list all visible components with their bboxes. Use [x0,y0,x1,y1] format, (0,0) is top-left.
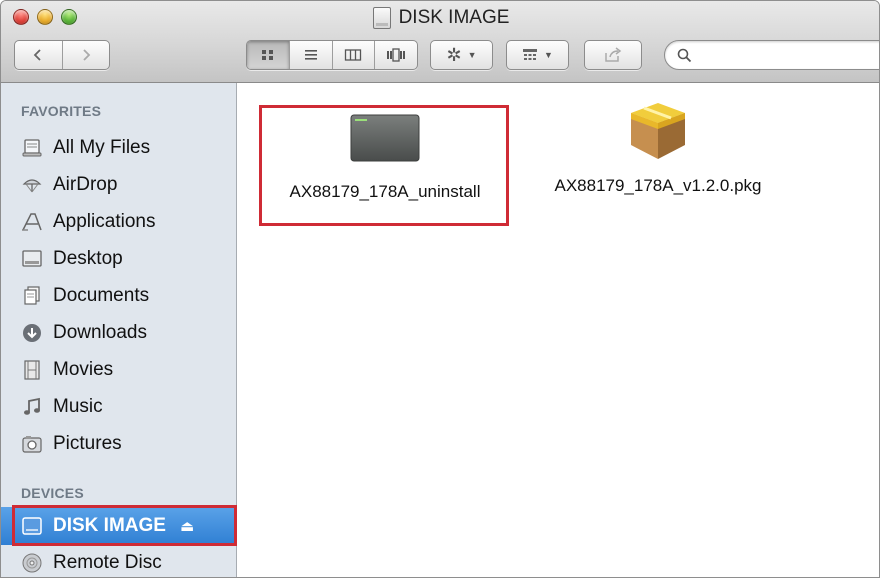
back-button[interactable] [15,41,62,69]
pictures-icon [21,433,43,455]
chevron-down-icon: ▼ [544,50,553,60]
documents-icon [21,285,43,307]
disk-image-icon [21,515,43,537]
disk-icon [372,7,391,29]
search-icon [677,48,692,62]
sidebar-item-label: DISK IMAGE [53,515,166,536]
view-mode-control [246,40,418,70]
forward-button[interactable] [61,41,110,69]
package-icon [631,103,685,159]
sidebar-item-remote-disc[interactable]: Remote Disc [1,545,237,577]
sidebar-item-desktop[interactable]: Desktop [1,241,237,277]
title-toolbar: DISK IMAGE ✲ ▼ ▼ [1,1,879,83]
all-my-files-icon [21,137,43,159]
column-view-button[interactable] [331,41,375,69]
sidebar-item-label: AirDrop [53,174,118,195]
eject-icon[interactable]: ⏏ [180,517,194,535]
sidebar-item-disk-image[interactable]: DISK IMAGE ⏏ [1,507,237,545]
cover-flow-button[interactable] [374,41,417,69]
movies-icon [21,359,43,381]
sidebar-item-label: Downloads [53,322,147,343]
list-view-icon [304,50,317,60]
desktop-icon [21,248,43,270]
sidebar-item-label: Pictures [53,433,122,454]
file-item-uninstall[interactable]: AX88179_178A_uninstall [263,113,507,203]
sidebar-item-documents[interactable]: Documents [1,278,237,314]
search-input[interactable] [698,47,878,63]
action-menu-button[interactable]: ✲ ▼ [430,40,493,70]
search-field[interactable] [664,40,879,70]
gear-icon: ✲ [446,45,462,65]
sidebar-item-movies[interactable]: Movies [1,352,237,388]
terminal-script-icon [350,114,420,162]
sidebar-item-label: Movies [53,359,114,380]
window-title-text: DISK IMAGE [398,7,510,28]
sidebar: FAVORITES All My Files AirDrop Applicati… [1,83,237,577]
sidebar-item-label: Music [53,396,103,417]
favorites-heading: FAVORITES [21,103,102,119]
finder-window: DISK IMAGE ✲ ▼ ▼ FAVORITES All My Files … [0,0,880,578]
share-button[interactable] [584,40,642,70]
file-name: AX88179_178A_uninstall [289,182,481,201]
applications-icon [21,211,43,233]
file-browser: AX88179_178A_uninstall AX88179_178A_v1.2… [237,83,879,577]
icon-view-button[interactable] [247,41,289,69]
sidebar-item-label: Desktop [53,248,123,269]
share-icon [605,47,622,62]
cover-flow-icon [387,48,406,62]
sidebar-item-downloads[interactable]: Downloads [1,315,237,351]
file-name: AX88179_178A_v1.2.0.pkg [554,176,762,195]
sidebar-item-music[interactable]: Music [1,389,237,425]
file-item-package[interactable]: AX88179_178A_v1.2.0.pkg [533,101,783,197]
sidebar-item-label: Remote Disc [53,552,162,573]
chevron-left-icon [33,49,41,61]
chevron-right-icon [83,49,91,61]
devices-heading: DEVICES [21,485,84,501]
sidebar-item-pictures[interactable]: Pictures [1,426,237,462]
sidebar-item-label: Applications [53,211,156,232]
list-view-button[interactable] [288,41,332,69]
window-title: DISK IMAGE [1,7,879,29]
music-icon [21,396,43,418]
sidebar-item-applications[interactable]: Applications [1,204,237,240]
column-view-icon [345,49,362,61]
chevron-down-icon: ▼ [467,50,477,60]
sidebar-item-airdrop[interactable]: AirDrop [1,167,237,203]
arrange-icon [523,49,538,60]
downloads-icon [21,322,43,344]
sidebar-item-label: Documents [53,285,150,306]
airdrop-icon [21,174,43,196]
remote-disc-icon [21,552,43,574]
icon-view-icon [261,50,273,60]
sidebar-item-label: All My Files [53,137,151,158]
arrange-menu-button[interactable]: ▼ [506,40,569,70]
nav-buttons [14,40,110,70]
sidebar-item-all-my-files[interactable]: All My Files [1,130,237,166]
